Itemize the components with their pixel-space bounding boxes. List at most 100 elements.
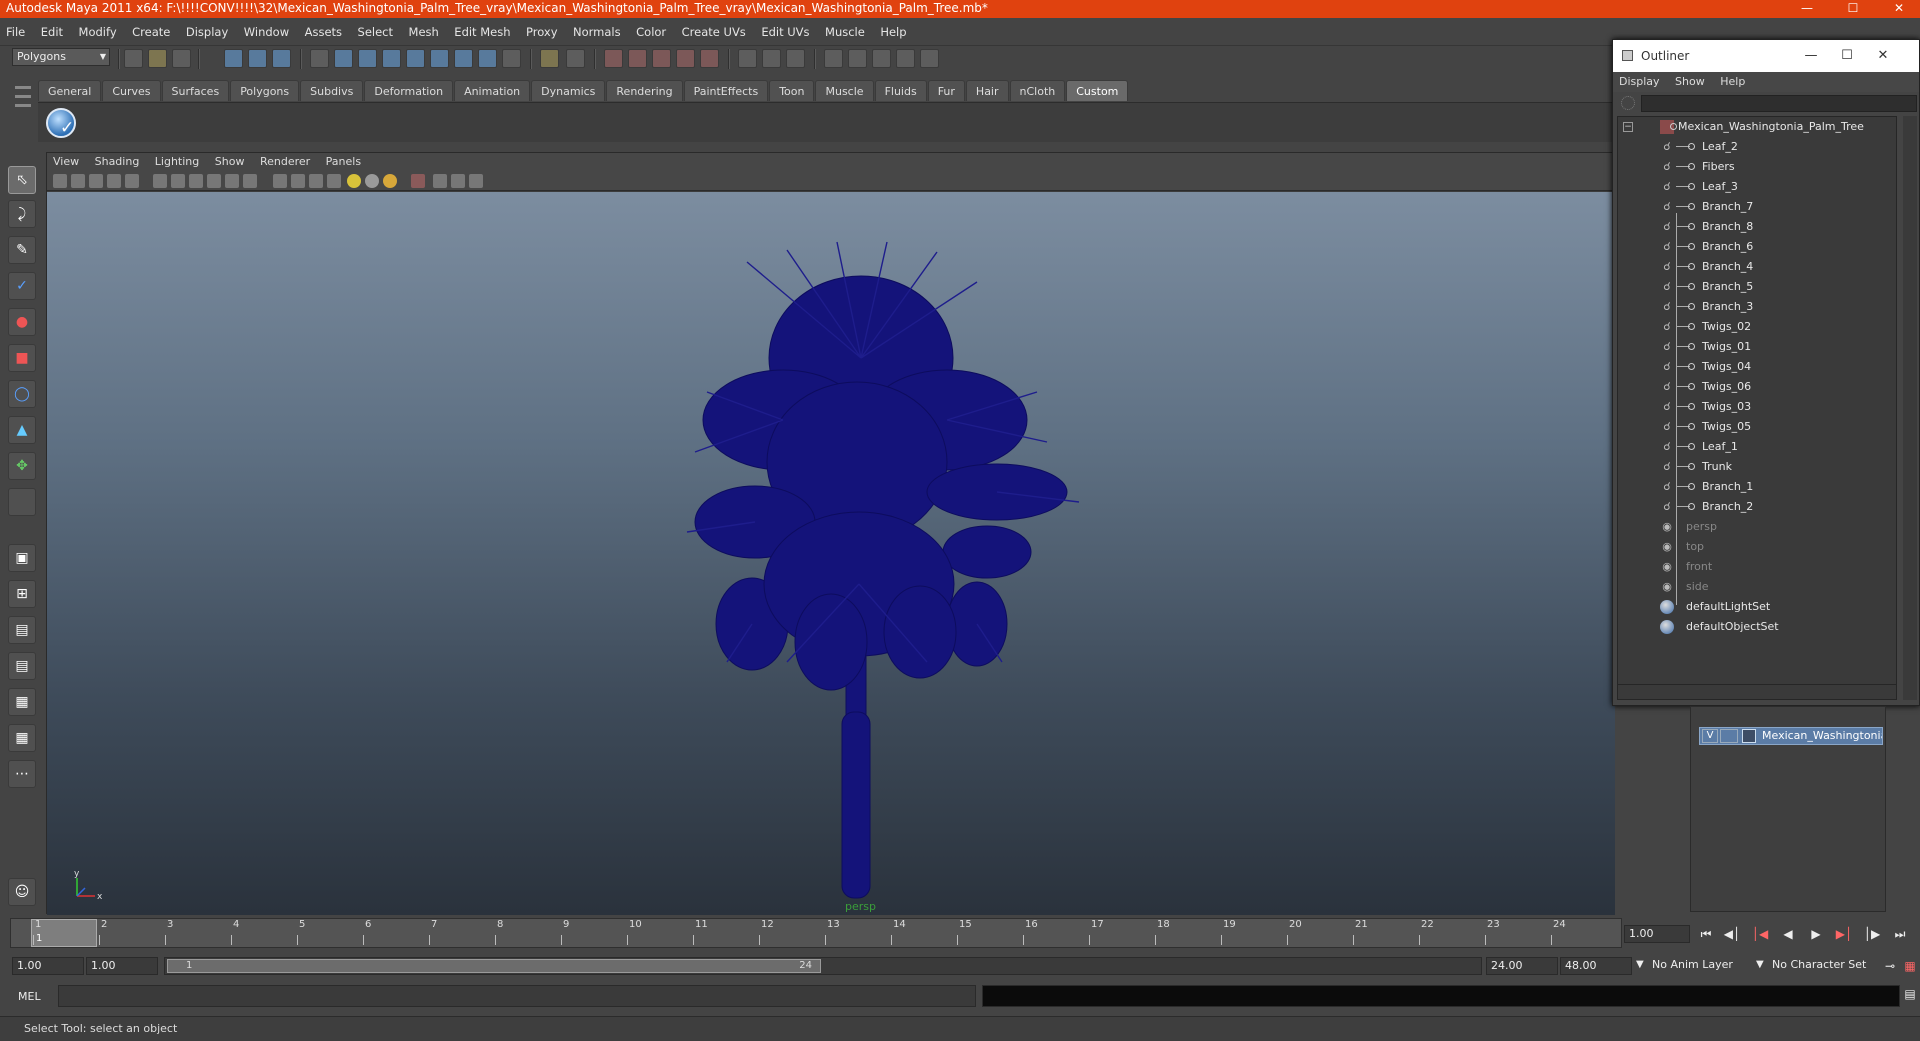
- safe-action-icon[interactable]: [225, 174, 239, 188]
- outliner-maximize-icon[interactable]: ☐: [1829, 40, 1865, 72]
- shelf-check-button[interactable]: ✓: [46, 108, 76, 138]
- outliner-camera-item[interactable]: ◉ side: [1618, 577, 1898, 597]
- outliner-item[interactable]: ☌ Branch_6: [1618, 237, 1898, 257]
- safe-title-icon[interactable]: [243, 174, 257, 188]
- viewport-menu-show[interactable]: Show: [209, 153, 251, 171]
- outliner-item[interactable]: ☌ Branch_5: [1618, 277, 1898, 297]
- maximize-icon[interactable]: ☐: [1838, 0, 1868, 18]
- go-to-start-icon[interactable]: ⏮: [1696, 925, 1716, 943]
- new-scene-icon[interactable]: [124, 49, 143, 68]
- outliner-set-item[interactable]: o defaultObjectSet: [1618, 617, 1898, 637]
- playback-end-field[interactable]: 24.00: [1486, 957, 1558, 975]
- tab-rendering[interactable]: Rendering: [606, 80, 683, 101]
- paint-select-tool-icon[interactable]: ✎: [8, 236, 36, 264]
- outliner-item[interactable]: ☌ Trunk: [1618, 457, 1898, 477]
- range-slider[interactable]: 1 24: [164, 957, 1482, 975]
- tab-painteffects[interactable]: PaintEffects: [683, 80, 769, 101]
- tab-fluids[interactable]: Fluids: [874, 80, 927, 101]
- grease-pencil-icon[interactable]: [125, 174, 139, 188]
- mode-selector[interactable]: Polygons ▼: [12, 48, 110, 66]
- bookmark-icon[interactable]: [89, 174, 103, 188]
- select-component-icon[interactable]: [272, 49, 291, 68]
- open-scene-icon[interactable]: [148, 49, 167, 68]
- anim-layer-dropdown[interactable]: ▼ No Anim Layer: [1636, 957, 1756, 975]
- viewport-menu-shading[interactable]: Shading: [89, 153, 146, 171]
- channel-box-icon[interactable]: [762, 49, 781, 68]
- tab-animation[interactable]: Animation: [454, 80, 531, 101]
- history-icon[interactable]: [454, 49, 473, 68]
- move-tool-icon[interactable]: ✓: [8, 272, 36, 300]
- custom-layout-icon[interactable]: ▦: [8, 724, 36, 752]
- tab-polygons[interactable]: Polygons: [230, 80, 300, 101]
- isolate-select-icon[interactable]: [411, 174, 425, 188]
- save-scene-icon[interactable]: [172, 49, 191, 68]
- menu-mesh[interactable]: Mesh: [403, 18, 445, 46]
- outliner-item[interactable]: ☌ Leaf_2: [1618, 137, 1898, 157]
- layer-type-toggle[interactable]: [1720, 729, 1738, 743]
- attribute-editor-icon[interactable]: [786, 49, 805, 68]
- viewport-menu-view[interactable]: View: [47, 153, 85, 171]
- input-line-icon[interactable]: [738, 49, 757, 68]
- tab-fur[interactable]: Fur: [927, 80, 965, 101]
- help-icon[interactable]: [502, 49, 521, 68]
- outliner-set-item[interactable]: o defaultLightSet: [1618, 597, 1898, 617]
- tab-ncloth[interactable]: nCloth: [1009, 80, 1066, 101]
- play-forwards-icon[interactable]: ▶: [1806, 925, 1826, 943]
- menu-edit-mesh[interactable]: Edit Mesh: [448, 18, 516, 46]
- outliner-item[interactable]: ☌ Branch_2: [1618, 497, 1898, 517]
- menu-modify[interactable]: Modify: [73, 18, 123, 46]
- persp-graph-layout-icon[interactable]: ▤: [8, 652, 36, 680]
- script-editor-icon[interactable]: ▤: [1900, 985, 1920, 1003]
- last-tool-icon[interactable]: [8, 488, 36, 516]
- outliner-menu-help[interactable]: Help: [1714, 72, 1751, 92]
- select-hierarchy-icon[interactable]: [224, 49, 243, 68]
- outliner-item[interactable]: ☌ Twigs_06: [1618, 377, 1898, 397]
- hypershade-icon[interactable]: [676, 49, 695, 68]
- outliner-item[interactable]: ☌ Branch_8: [1618, 217, 1898, 237]
- render-settings-icon[interactable]: [652, 49, 671, 68]
- menu-select[interactable]: Select: [352, 18, 399, 46]
- outliner-menu-display[interactable]: Display: [1613, 72, 1666, 92]
- wireframe-icon[interactable]: [273, 174, 287, 188]
- character-set-dropdown[interactable]: ▼ No Character Set: [1756, 957, 1886, 975]
- grid-toggle-icon[interactable]: [153, 174, 167, 188]
- four-view-layout-icon[interactable]: ⊞: [8, 580, 36, 608]
- show-manipulator-icon[interactable]: ✥: [8, 452, 36, 480]
- command-language-label[interactable]: MEL: [18, 990, 41, 1003]
- textured-icon[interactable]: [327, 174, 341, 188]
- tab-hair[interactable]: Hair: [965, 80, 1009, 101]
- render-current-icon[interactable]: [604, 49, 623, 68]
- outliner-item[interactable]: ☌ Twigs_02: [1618, 317, 1898, 337]
- layer-editor-icon[interactable]: [896, 49, 915, 68]
- tab-custom[interactable]: Custom: [1066, 80, 1129, 101]
- shelf-menu-handle[interactable]: [12, 80, 34, 142]
- film-gate-icon[interactable]: [171, 174, 185, 188]
- hud-icon[interactable]: [469, 174, 483, 188]
- scale-tool-icon[interactable]: ■: [8, 344, 36, 372]
- graph-editor-icon[interactable]: [872, 49, 891, 68]
- outliner-camera-item[interactable]: ◉ front: [1618, 557, 1898, 577]
- snap-point-icon[interactable]: [382, 49, 401, 68]
- tab-toon[interactable]: Toon: [769, 80, 815, 101]
- outliner-item[interactable]: ☌ Leaf_1: [1618, 437, 1898, 457]
- viewport-menu-renderer[interactable]: Renderer: [254, 153, 316, 171]
- viewport-menu-panels[interactable]: Panels: [320, 153, 367, 171]
- tool-settings-icon[interactable]: [824, 49, 843, 68]
- layer-row[interactable]: V Mexican_Washingtonia_P: [1699, 727, 1883, 745]
- snap-grid-icon[interactable]: [334, 49, 353, 68]
- tab-muscle[interactable]: Muscle: [815, 80, 874, 101]
- tab-curves[interactable]: Curves: [102, 80, 161, 101]
- outliner-item[interactable]: ☌ Twigs_04: [1618, 357, 1898, 377]
- outliner-item[interactable]: ☌ Fibers: [1618, 157, 1898, 177]
- menu-normals[interactable]: Normals: [567, 18, 627, 46]
- snap-view-icon[interactable]: [406, 49, 425, 68]
- menu-file[interactable]: File: [0, 18, 31, 46]
- layout-menu-icon[interactable]: ⋯: [8, 760, 36, 788]
- hypershade-layout-icon[interactable]: ▦: [8, 688, 36, 716]
- outliner-close-icon[interactable]: ✕: [1865, 40, 1901, 72]
- outliner-camera-item[interactable]: ◉ persp: [1618, 517, 1898, 537]
- menu-proxy[interactable]: Proxy: [520, 18, 564, 46]
- palm-tree-model[interactable]: [47, 192, 1615, 915]
- outliner-camera-item[interactable]: ◉ top: [1618, 537, 1898, 557]
- universal-manipulator-icon[interactable]: ◯: [8, 380, 36, 408]
